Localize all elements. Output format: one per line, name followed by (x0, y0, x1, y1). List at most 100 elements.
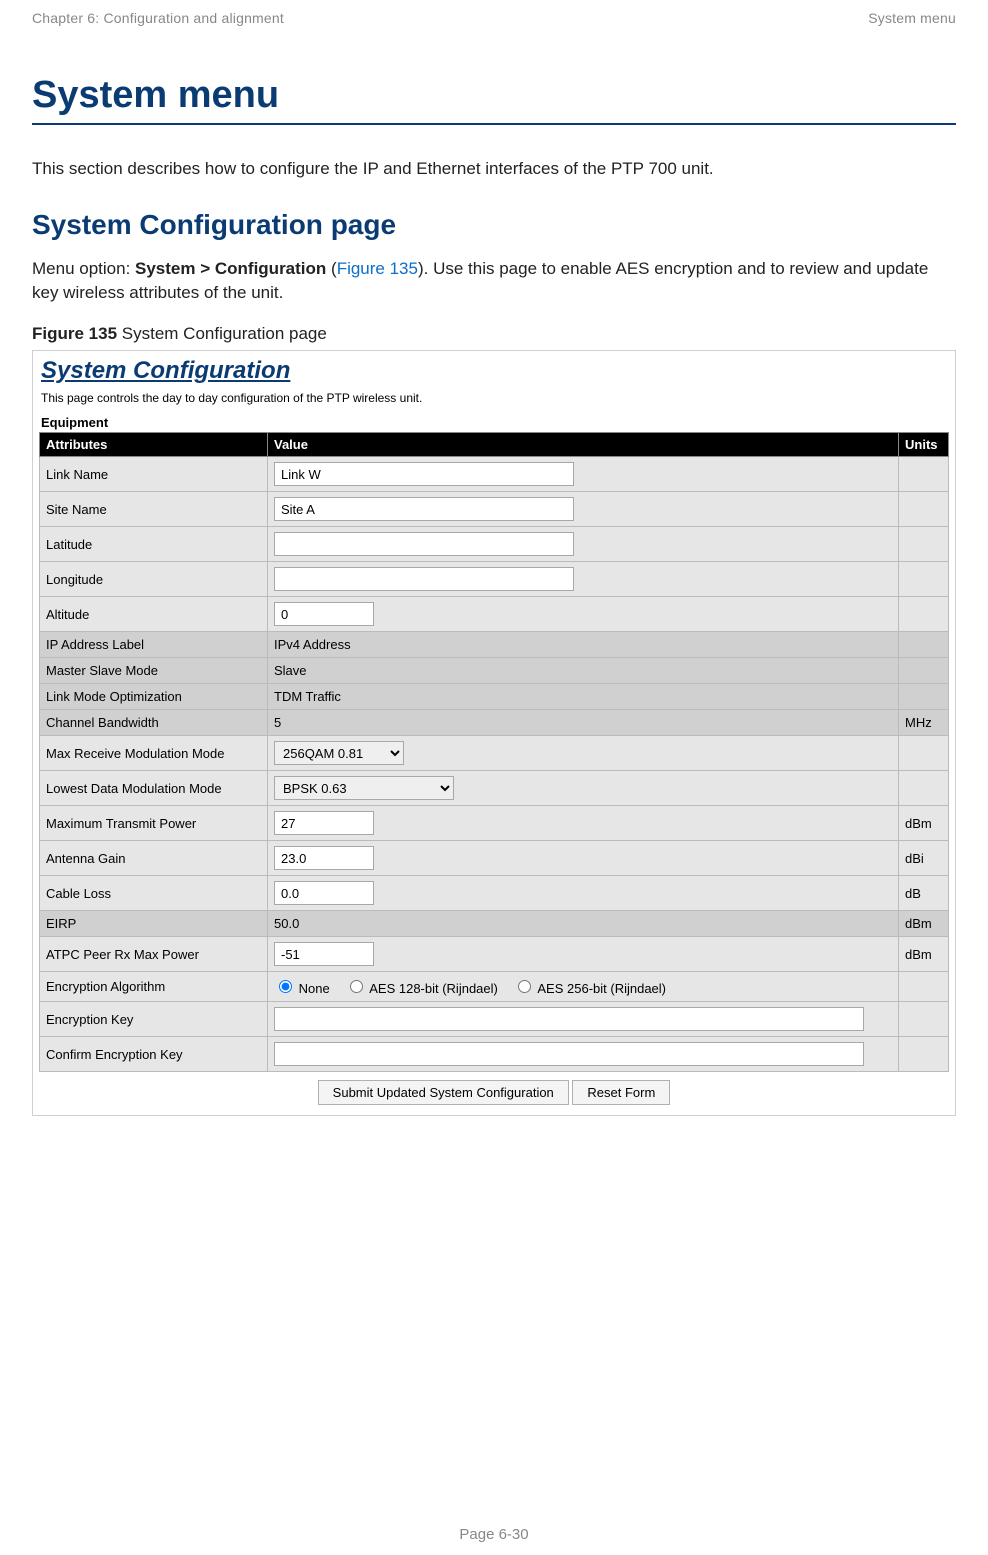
menu-option-paragraph: Menu option: System > Configuration (Fig… (32, 257, 956, 306)
row-link-name: Link Name (40, 457, 949, 492)
input-site-name[interactable] (274, 497, 574, 521)
radio-encryption-aes128[interactable] (350, 980, 363, 993)
row-max-receive-modulation: Max Receive Modulation Mode 256QAM 0.81 (40, 736, 949, 771)
input-maximum-transmit-power[interactable] (274, 811, 374, 835)
row-antenna-gain: Antenna Gain dBi (40, 841, 949, 876)
radio-label-aes128[interactable]: AES 128-bit (Rijndael) (345, 981, 498, 996)
units-maximum-transmit-power: dBm (899, 806, 949, 841)
row-ip-address-label: IP Address Label IPv4 Address (40, 632, 949, 658)
units-lowest-data-modulation (899, 771, 949, 806)
row-site-name: Site Name (40, 492, 949, 527)
label-atpc: ATPC Peer Rx Max Power (40, 937, 268, 972)
label-lowest-data-modulation: Lowest Data Modulation Mode (40, 771, 268, 806)
section-heading: System Configuration page (32, 209, 956, 241)
menu-option-path: System > Configuration (135, 259, 326, 278)
label-eirp: EIRP (40, 911, 268, 937)
radio-encryption-aes256[interactable] (518, 980, 531, 993)
units-longitude (899, 562, 949, 597)
input-link-name[interactable] (274, 462, 574, 486)
units-link-name (899, 457, 949, 492)
value-link-mode-optimization: TDM Traffic (268, 684, 899, 710)
radio-label-none[interactable]: None (274, 981, 330, 996)
label-cable-loss: Cable Loss (40, 876, 268, 911)
figure-caption: Figure 135 System Configuration page (32, 324, 956, 344)
row-encryption-key: Encryption Key (40, 1002, 949, 1037)
menu-option-prefix: Menu option: (32, 259, 135, 278)
row-atpc-peer-rx-max-power: ATPC Peer Rx Max Power dBm (40, 937, 949, 972)
label-encryption-key: Encryption Key (40, 1002, 268, 1037)
input-antenna-gain[interactable] (274, 846, 374, 870)
input-longitude[interactable] (274, 567, 574, 591)
value-ip-address-label: IPv4 Address (268, 632, 899, 658)
label-altitude: Altitude (40, 597, 268, 632)
units-atpc: dBm (899, 937, 949, 972)
units-master-slave-mode (899, 658, 949, 684)
row-maximum-transmit-power: Maximum Transmit Power dBm (40, 806, 949, 841)
label-channel-bandwidth: Channel Bandwidth (40, 710, 268, 736)
units-antenna-gain: dBi (899, 841, 949, 876)
header-section: System menu (868, 10, 956, 26)
th-attributes: Attributes (40, 433, 268, 457)
radio-text-aes128: AES 128-bit (Rijndael) (369, 981, 498, 996)
input-cable-loss[interactable] (274, 881, 374, 905)
row-lowest-data-modulation: Lowest Data Modulation Mode BPSK 0.63 (40, 771, 949, 806)
label-latitude: Latitude (40, 527, 268, 562)
page-footer: Page 6-30 (0, 1526, 988, 1543)
units-ip-address-label (899, 632, 949, 658)
input-encryption-key[interactable] (274, 1007, 864, 1031)
row-master-slave-mode: Master Slave Mode Slave (40, 658, 949, 684)
row-encryption-algorithm: Encryption Algorithm None AES 128-bit (R… (40, 972, 949, 1002)
row-link-mode-optimization: Link Mode Optimization TDM Traffic (40, 684, 949, 710)
row-eirp: EIRP 50.0 dBm (40, 911, 949, 937)
system-configuration-panel: System Configuration This page controls … (32, 350, 956, 1116)
radio-label-aes256[interactable]: AES 256-bit (Rijndael) (513, 981, 666, 996)
row-confirm-encryption-key: Confirm Encryption Key (40, 1037, 949, 1072)
panel-subtitle: This page controls the day to day config… (41, 391, 949, 405)
row-cable-loss: Cable Loss dB (40, 876, 949, 911)
units-encryption-key (899, 1002, 949, 1037)
input-confirm-encryption-key[interactable] (274, 1042, 864, 1066)
units-max-receive-modulation (899, 736, 949, 771)
intro-paragraph: This section describes how to configure … (32, 157, 956, 181)
select-lowest-data-modulation[interactable]: BPSK 0.63 (274, 776, 454, 800)
figure-reference-link[interactable]: Figure 135 (337, 259, 418, 278)
radio-encryption-none[interactable] (279, 980, 292, 993)
close-paren: ). (418, 259, 433, 278)
radio-text-aes256: AES 256-bit (Rijndael) (537, 981, 666, 996)
reset-button[interactable]: Reset Form (572, 1080, 670, 1105)
row-latitude: Latitude (40, 527, 949, 562)
value-master-slave-mode: Slave (268, 658, 899, 684)
label-longitude: Longitude (40, 562, 268, 597)
label-confirm-encryption-key: Confirm Encryption Key (40, 1037, 268, 1072)
units-site-name (899, 492, 949, 527)
input-atpc[interactable] (274, 942, 374, 966)
th-units: Units (899, 433, 949, 457)
input-altitude[interactable] (274, 602, 374, 626)
value-eirp: 50.0 (268, 911, 899, 937)
label-antenna-gain: Antenna Gain (40, 841, 268, 876)
label-site-name: Site Name (40, 492, 268, 527)
select-max-receive-modulation[interactable]: 256QAM 0.81 (274, 741, 404, 765)
row-channel-bandwidth: Channel Bandwidth 5 MHz (40, 710, 949, 736)
figure-caption-text: System Configuration page (117, 324, 327, 343)
units-latitude (899, 527, 949, 562)
value-channel-bandwidth: 5 (268, 710, 899, 736)
label-maximum-transmit-power: Maximum Transmit Power (40, 806, 268, 841)
label-link-name: Link Name (40, 457, 268, 492)
label-max-receive-modulation: Max Receive Modulation Mode (40, 736, 268, 771)
header-chapter: Chapter 6: Configuration and alignment (32, 10, 284, 26)
figure-caption-label: Figure 135 (32, 324, 117, 343)
units-cable-loss: dB (899, 876, 949, 911)
open-paren: ( (326, 259, 336, 278)
configuration-table: Attributes Value Units Link Name Site Na… (39, 432, 949, 1072)
units-confirm-encryption-key (899, 1037, 949, 1072)
units-altitude (899, 597, 949, 632)
input-latitude[interactable] (274, 532, 574, 556)
radio-text-none: None (299, 981, 330, 996)
th-value: Value (268, 433, 899, 457)
label-master-slave-mode: Master Slave Mode (40, 658, 268, 684)
panel-title: System Configuration (41, 357, 949, 385)
submit-button[interactable]: Submit Updated System Configuration (318, 1080, 569, 1105)
equipment-heading: Equipment (41, 415, 949, 430)
label-ip-address-label: IP Address Label (40, 632, 268, 658)
